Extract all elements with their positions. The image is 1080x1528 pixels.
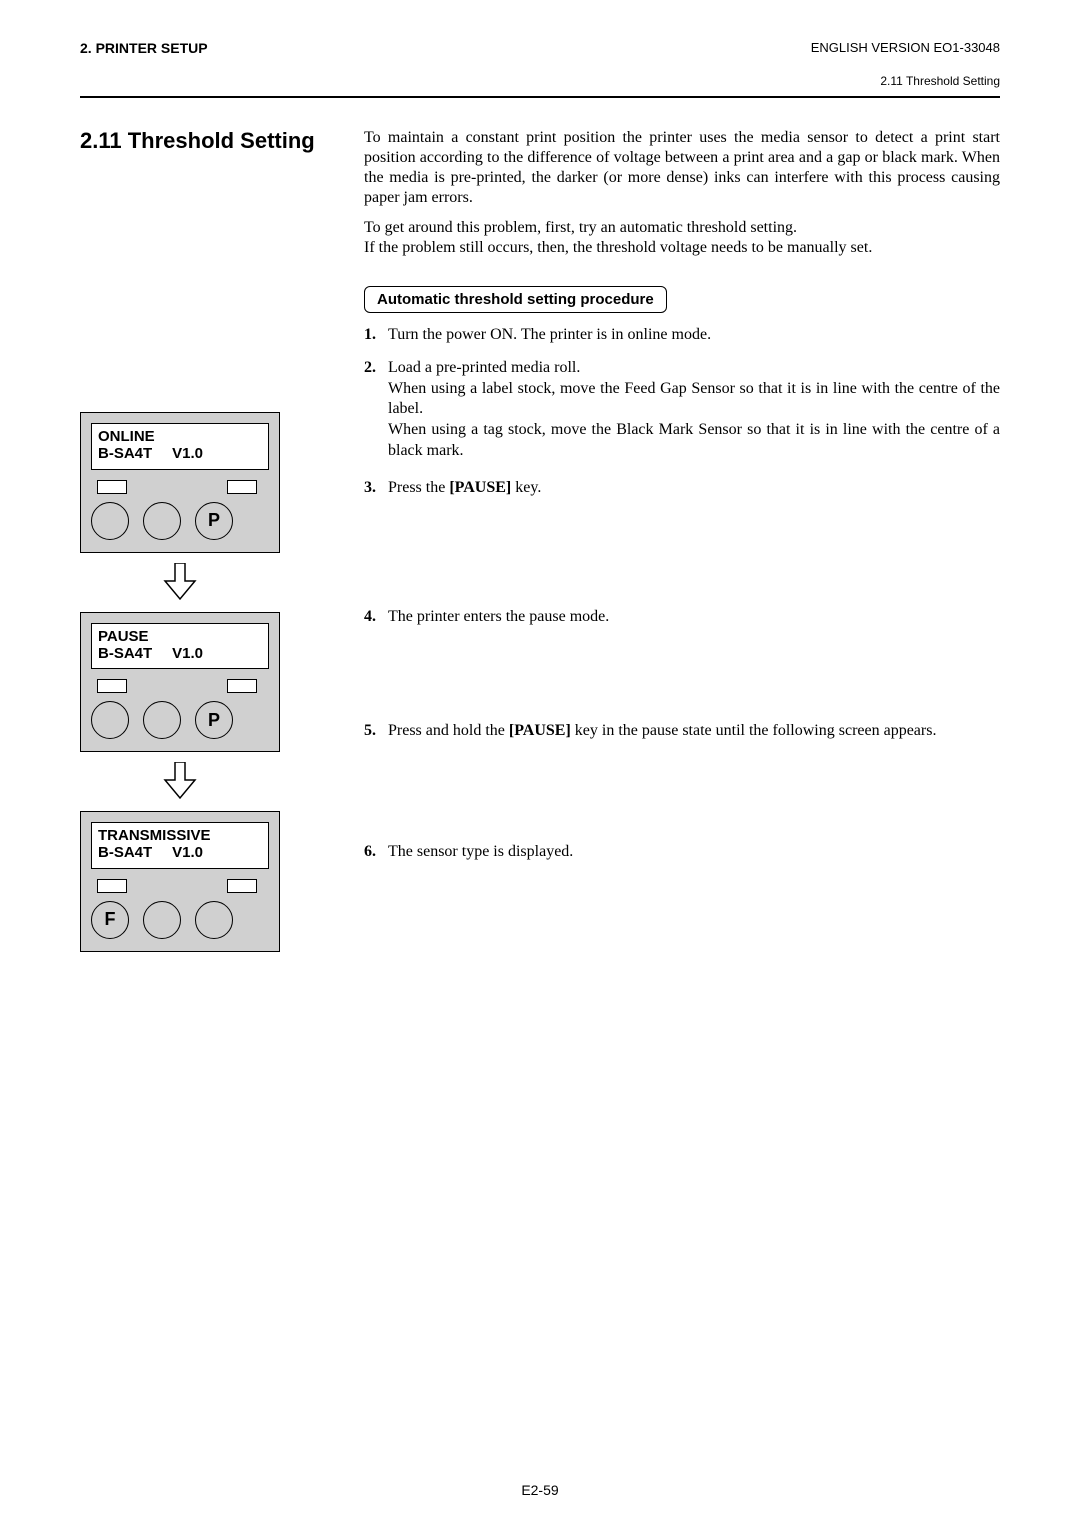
- led-indicator: [97, 679, 127, 693]
- step-6: 6. The sensor type is displayed.: [364, 842, 1000, 863]
- lcd-line1: PAUSE: [98, 628, 262, 645]
- step-2: 2. Load a pre-printed media roll. When u…: [364, 358, 1000, 462]
- step-num: 3.: [364, 478, 388, 499]
- step-5-post: key in the pause state until the followi…: [571, 722, 937, 739]
- intro-para-1: To maintain a constant print position th…: [364, 128, 1000, 208]
- step-num: 1.: [364, 325, 388, 346]
- header-rule: [80, 96, 1000, 98]
- step-text: Press the [PAUSE] key.: [388, 478, 1000, 499]
- lcd-line1: ONLINE: [98, 428, 262, 445]
- procedure-label: Automatic threshold setting procedure: [364, 286, 667, 313]
- step-5-bold: [PAUSE]: [509, 722, 571, 739]
- step-text: The printer enters the pause mode.: [388, 607, 1000, 628]
- step-3-bold: [PAUSE]: [449, 479, 511, 496]
- lcd-line2b: V1.0: [172, 445, 203, 462]
- step-3-pre: Press the: [388, 479, 449, 496]
- step-6-num: 6.: [364, 843, 376, 860]
- step-2-main: Load a pre-printed media roll.: [388, 359, 580, 376]
- led-indicator: [227, 679, 257, 693]
- step-2-sub2: When using a tag stock, move the Black M…: [388, 420, 1000, 462]
- lcd-display: TRANSMISSIVE B-SA4T V1.0: [91, 822, 269, 869]
- step-num: 6.: [364, 842, 388, 863]
- printer-panel-pause: PAUSE B-SA4T V1.0 P: [80, 612, 280, 753]
- lcd-line2a: B-SA4T: [98, 445, 152, 462]
- step-3-post: key.: [511, 479, 541, 496]
- arrow-down-icon: [80, 563, 280, 606]
- step-5-pre: Press and hold the: [388, 722, 509, 739]
- arrow-down-icon: [80, 762, 280, 805]
- step-text: Load a pre-printed media roll. When usin…: [388, 358, 1000, 462]
- step-text: Press and hold the [PAUSE] key in the pa…: [388, 721, 1000, 742]
- led-indicator: [227, 480, 257, 494]
- lcd-line2a: B-SA4T: [98, 645, 152, 662]
- page-footer: E2-59: [0, 1482, 1080, 1498]
- panel-button-2[interactable]: [143, 502, 181, 540]
- header-sub: 2.11 Threshold Setting: [80, 74, 1000, 88]
- panel-button-feed[interactable]: F: [91, 901, 129, 939]
- step-3: 3. Press the [PAUSE] key.: [364, 478, 1000, 499]
- led-indicator: [97, 480, 127, 494]
- panel-button-pause[interactable]: P: [195, 701, 233, 739]
- lcd-line2b: V1.0: [172, 844, 203, 861]
- panel-button-1[interactable]: [91, 701, 129, 739]
- panel-button-1[interactable]: [91, 502, 129, 540]
- lcd-display: ONLINE B-SA4T V1.0: [91, 423, 269, 470]
- step-2-sub1: When using a label stock, move the Feed …: [388, 379, 1000, 421]
- step-5: 5. Press and hold the [PAUSE] key in the…: [364, 721, 1000, 742]
- step-num: 4.: [364, 607, 388, 628]
- section-title: 2.11 Threshold Setting: [80, 128, 350, 154]
- header-left: 2. PRINTER SETUP: [80, 40, 208, 56]
- panel-button-2[interactable]: [143, 701, 181, 739]
- header-right: ENGLISH VERSION EO1-33048: [811, 40, 1000, 56]
- printer-panel-transmissive: TRANSMISSIVE B-SA4T V1.0 F: [80, 811, 280, 952]
- panel-button-3[interactable]: [195, 901, 233, 939]
- printer-panel-online: ONLINE B-SA4T V1.0 P: [80, 412, 280, 553]
- step-num: 5.: [364, 721, 388, 742]
- panel-button-2[interactable]: [143, 901, 181, 939]
- step-text: The sensor type is displayed.: [388, 842, 1000, 863]
- lcd-display: PAUSE B-SA4T V1.0: [91, 623, 269, 670]
- intro-para-2a: To get around this problem, first, try a…: [364, 219, 797, 236]
- intro-para-2: To get around this problem, first, try a…: [364, 218, 1000, 258]
- lcd-line2a: B-SA4T: [98, 844, 152, 861]
- step-text: Turn the power ON. The printer is in onl…: [388, 325, 1000, 346]
- intro-para-2b: If the problem still occurs, then, the t…: [364, 239, 872, 256]
- step-num: 2.: [364, 358, 388, 462]
- led-indicator: [97, 879, 127, 893]
- lcd-line1: TRANSMISSIVE: [98, 827, 262, 844]
- step-4: 4. The printer enters the pause mode.: [364, 607, 1000, 628]
- led-indicator: [227, 879, 257, 893]
- lcd-line2b: V1.0: [172, 645, 203, 662]
- panel-button-pause[interactable]: P: [195, 502, 233, 540]
- step-1: 1. Turn the power ON. The printer is in …: [364, 325, 1000, 346]
